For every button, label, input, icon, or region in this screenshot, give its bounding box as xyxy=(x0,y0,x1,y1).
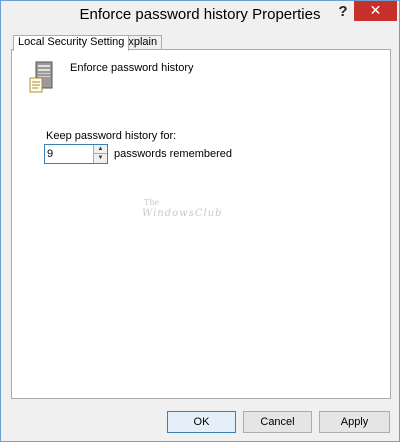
local-security-setting-panel: Enforce password history Keep password h… xyxy=(11,49,391,399)
help-button[interactable]: ? xyxy=(333,1,353,23)
properties-dialog: Enforce password history Properties ? ✕ … xyxy=(0,0,400,442)
tab-local-security-setting[interactable]: Local Security Setting xyxy=(13,35,130,51)
apply-button[interactable]: Apply xyxy=(319,411,390,433)
server-icon xyxy=(29,61,53,93)
ok-button[interactable]: OK xyxy=(167,411,236,433)
passwords-remembered-label: passwords remembered xyxy=(114,148,232,160)
spin-up-button[interactable]: ▲ xyxy=(93,145,107,154)
spin-down-button[interactable]: ▼ xyxy=(93,154,107,163)
title-bar[interactable]: Enforce password history Properties ? ✕ xyxy=(1,1,399,31)
cancel-button[interactable]: Cancel xyxy=(243,411,312,433)
watermark-the: The xyxy=(144,198,160,207)
close-button[interactable]: ✕ xyxy=(354,1,397,21)
keep-history-label: Keep password history for: xyxy=(46,130,177,142)
policy-name: Enforce password history xyxy=(70,62,194,74)
history-count-stepper[interactable]: ▲ ▼ xyxy=(44,144,108,164)
watermark-logo: The WindowsClub xyxy=(142,198,232,228)
history-count-input[interactable] xyxy=(45,145,93,163)
watermark-main: WindowsClub xyxy=(142,208,223,219)
